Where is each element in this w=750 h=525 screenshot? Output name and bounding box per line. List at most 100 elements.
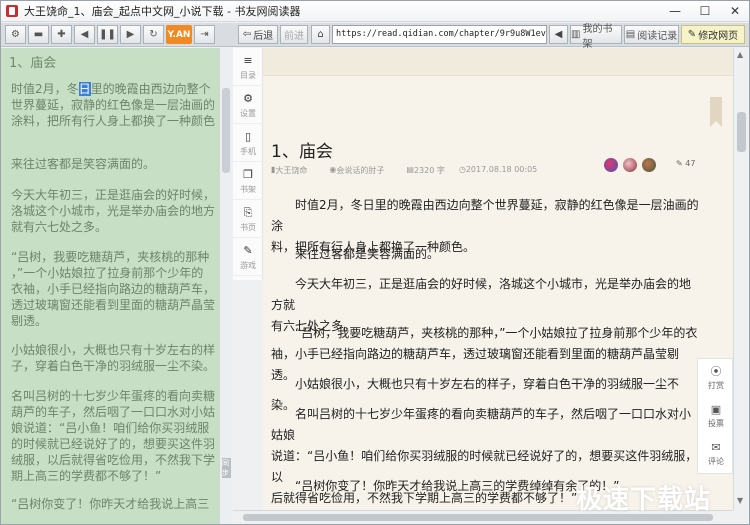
left-line: 涂料，把所有行人身上都换了一种颜色 — [11, 114, 216, 128]
bookmark-icon[interactable] — [710, 97, 722, 127]
bookshelf-icon: ▥ — [571, 29, 581, 40]
selected-char: 日 — [78, 82, 91, 96]
side-nav-bookshelf[interactable]: ❐ 书架 — [233, 164, 263, 200]
back-button[interactable]: ⇦ 后退 — [238, 25, 278, 44]
vote-button[interactable]: ▣ 投票 — [698, 397, 734, 435]
previous-icon[interactable]: ◀ — [74, 25, 95, 44]
refresh-icon[interactable]: ↻ — [143, 25, 164, 44]
scroll-up-icon[interactable]: ▲ — [737, 50, 743, 59]
left-line: 的时候就已经说好了的，想要买这件羽 — [11, 437, 216, 451]
comment-icon: ✉ — [711, 440, 721, 454]
fix-page-button[interactable]: ✎ 修改网页 — [681, 25, 745, 44]
app-window: 大王饶命_1、庙会_起点中文网_小说下载 - 书友网阅读器 — ☐ ✕ ⚙ ▬ … — [0, 0, 750, 525]
history-icon: ▤ — [625, 29, 636, 40]
close-button[interactable]: ✕ — [725, 3, 745, 19]
chapter-title: 1、庙会 — [271, 142, 333, 162]
clock-icon: ◷ — [458, 165, 466, 174]
side-nav-toc[interactable]: ≡ 目录 — [233, 50, 263, 86]
forward-button[interactable]: 前进 — [280, 25, 308, 44]
plain-text-pane[interactable]: 1、庙会 时值2月，冬日里的晚霞由西边向整个 世界蔓延，寂静的红色像是一层油画的… — [1, 48, 219, 524]
bookshelf-icon: ❐ — [243, 167, 253, 181]
left-line: “吕树你变了！你昨天才给我说上高三 — [11, 497, 210, 511]
side-nav-mobile[interactable]: ▯ 手机 — [233, 126, 263, 162]
side-nav-book-page[interactable]: ⎘ 书页 — [233, 202, 263, 238]
left-line: 洛城这个小城市，光是举办庙会的地方 — [11, 204, 216, 218]
left-line: 葫芦的车子，然后咽了一口口水对小姑 — [11, 405, 216, 419]
side-nav-settings[interactable]: ⚙ 设置 — [233, 88, 263, 124]
scroll-down-icon[interactable]: ▼ — [737, 496, 743, 505]
left-pane-scrollbar[interactable]: 同步 — [219, 48, 232, 524]
left-line: 就有六七处之多。 — [11, 220, 108, 234]
avatar[interactable] — [623, 158, 637, 172]
left-line: 剔透。 — [11, 314, 48, 328]
edit-icon: ✎ — [687, 29, 697, 40]
left-scroll-thumb[interactable] — [222, 88, 230, 173]
chapter-meta: ▮ 大王饶命 ◉ 会说话的肘子 ▤ 2320 字 ◷ 2017.08.18 00… — [271, 165, 537, 177]
side-nav-game[interactable]: ✎ 游戏 — [233, 240, 263, 276]
left-line: ，”一个小姑娘拉了拉身前那个少年的 — [11, 266, 204, 280]
publish-date: 2017.08.18 00:05 — [465, 165, 538, 174]
left-line: 子，穿着白色干净的羽绒服一尘不染。 — [11, 359, 216, 373]
left-line: “吕树，我要吃糖葫芦，夹核桃的那种 — [11, 250, 210, 264]
watermark: 极速下载站 — [576, 485, 712, 515]
sync-tag[interactable]: 同步 — [222, 458, 231, 478]
comment-button[interactable]: ✉ 评论 — [698, 435, 734, 473]
reader-view[interactable]: 1、庙会 ▮ 大王饶命 ◉ 会说话的肘子 ▤ 2320 字 ◷ 2017.08.… — [263, 48, 733, 510]
left-line: 名叫吕树的十七岁少年蛋疼的看向卖糖 — [11, 389, 216, 403]
home-icon[interactable]: ⌂ — [311, 25, 330, 44]
minimize-button[interactable]: — — [665, 3, 685, 19]
next-icon[interactable]: ▶ — [120, 25, 141, 44]
pause-icon[interactable]: ❚❚ — [97, 25, 118, 44]
history-button[interactable]: ▤ 阅读记录 — [624, 25, 679, 44]
left-line: 娘说道：“吕小鱼！咱们给你买羽绒服 — [11, 421, 210, 435]
coin-icon: ⦿ — [710, 364, 722, 378]
avatar[interactable] — [642, 158, 656, 172]
left-line: 今天大年初三，正是逛庙会的好时候， — [11, 188, 216, 202]
pen-icon: ✎ — [676, 159, 686, 168]
reader-vertical-scrollbar[interactable]: ▲ ▼ — [733, 48, 749, 510]
maximize-button[interactable]: ☐ — [695, 3, 715, 19]
word-count: 2320 字 — [413, 166, 445, 175]
reader-top-band — [263, 48, 733, 76]
float-action-bar: ⦿ 打赏 ▣ 投票 ✉ 评论 — [697, 358, 733, 474]
book-page-icon: ⎘ — [243, 205, 253, 219]
left-line: 衣袖，小手已经指向路边的糖葫芦车， — [11, 282, 216, 296]
left-line: 小姑娘很小，大概也只有十岁左右的样 — [11, 343, 216, 357]
paragraph: 来往过客都是笑容满面的。 — [295, 247, 440, 261]
url-field[interactable]: https://read.qidian.com/chapter/9r9u8W1e… — [332, 25, 547, 44]
back-arrow-icon: ⇦ — [242, 29, 252, 40]
left-chapter-title: 1、庙会 — [9, 56, 57, 71]
title-bar: 大王饶命_1、庙会_起点中文网_小说下载 - 书友网阅读器 — ☐ ✕ — [1, 1, 749, 22]
book-link[interactable]: 大王饶命 — [275, 165, 307, 177]
tip-button[interactable]: ⦿ 打赏 — [698, 359, 734, 397]
left-line: 透过玻璃窗还能看到里面的糖葫芦晶莹 — [11, 298, 216, 312]
left-line: 绒服，以后就得省吃俭用，不然我下学 — [11, 453, 216, 467]
reader-side-nav: ≡ 目录 ⚙ 设置 ▯ 手机 ❐ 书架 ⎘ 书页 ✎ 游戏 — [233, 48, 263, 280]
ticket-icon: ▣ — [710, 402, 722, 416]
list-icon: ≡ — [243, 53, 253, 67]
reader-avatars — [604, 158, 656, 172]
zoom-out-icon[interactable]: ▬ — [28, 25, 49, 44]
left-line: 期上高三的学费都不够了！” — [11, 469, 162, 483]
app-book-icon — [6, 5, 18, 17]
yuan-button[interactable]: Y.AN — [166, 25, 192, 44]
gear-icon: ⚙ — [243, 91, 253, 105]
author-link[interactable]: 会说话的肘子 — [336, 165, 384, 177]
toolbar: ⚙ ▬ ✚ ◀ ❚❚ ▶ ↻ Y.AN ⇥ ⇦ 后退 前进 ⌂ https://r… — [1, 23, 749, 50]
exit-icon[interactable]: ⇥ — [194, 25, 215, 44]
bookshelf-button[interactable]: ▥ 我的书架 — [570, 24, 622, 50]
gamepad-icon: ✎ — [243, 243, 253, 257]
likes[interactable]: ✎ 47 — [676, 159, 695, 168]
left-line: 来往过客都是笑容满面的。 — [11, 157, 156, 171]
avatar[interactable] — [604, 158, 618, 172]
vertical-scroll-thumb[interactable] — [737, 112, 746, 152]
author-icon: ◉ — [329, 165, 337, 174]
word-count-icon: ▤ — [406, 165, 414, 174]
phone-icon: ▯ — [244, 129, 252, 143]
speaker-icon[interactable]: ◀ — [549, 25, 568, 44]
left-line: 世界蔓延，寂静的红色像是一层油画的 — [11, 98, 216, 112]
window-title: 大王饶命_1、庙会_起点中文网_小说下载 - 书友网阅读器 — [24, 5, 301, 18]
left-line: 时值2月，冬日里的晚霞由西边向整个 — [11, 82, 211, 96]
zoom-in-icon[interactable]: ✚ — [51, 25, 72, 44]
settings-gear-icon[interactable]: ⚙ — [5, 25, 26, 44]
